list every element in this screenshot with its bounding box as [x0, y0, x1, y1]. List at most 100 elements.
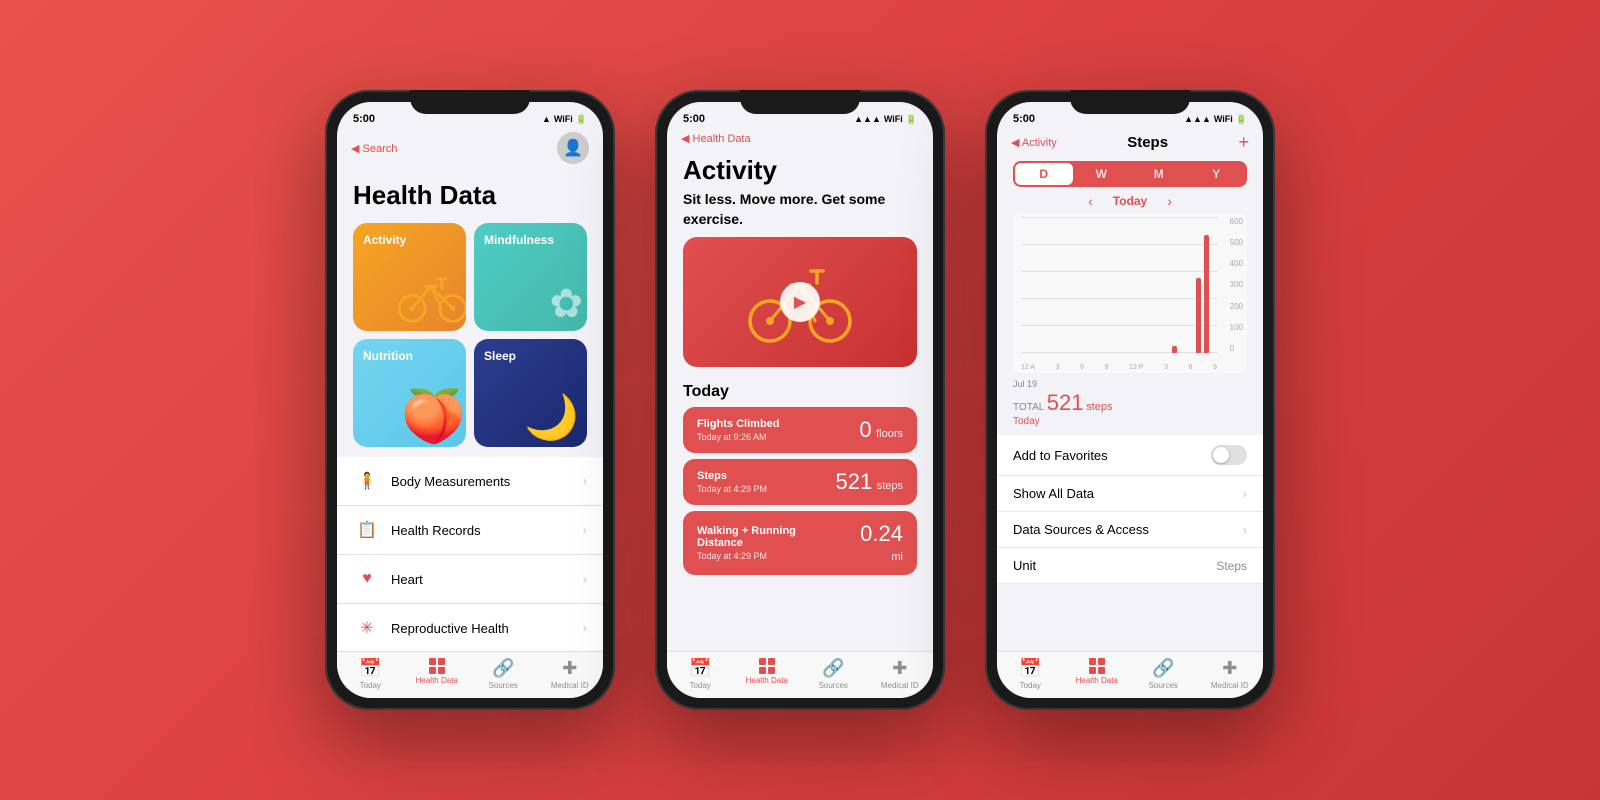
- tab-medicalid-3[interactable]: ✚ Medical ID: [1197, 658, 1264, 690]
- reproductive-icon: ✳: [353, 614, 381, 642]
- screen-3: D W M Y ‹ Today ›: [997, 157, 1263, 651]
- sleep-label: Sleep: [484, 349, 577, 363]
- menu-item-body[interactable]: 🧍 Body Measurements ›: [337, 457, 603, 506]
- tab-today-3[interactable]: 📅 Today: [997, 658, 1064, 690]
- tab-month[interactable]: M: [1130, 163, 1188, 185]
- time-3: 5:00: [1013, 113, 1035, 125]
- option-unit[interactable]: Unit Steps: [997, 548, 1263, 584]
- distance-card[interactable]: Walking + Running Distance Today at 4:29…: [683, 511, 917, 575]
- date-next[interactable]: ›: [1167, 193, 1172, 209]
- total-label: TOTAL: [1013, 402, 1047, 413]
- options-list: Add to Favorites Show All Data › Data So…: [997, 435, 1263, 584]
- tab-medicalid-2[interactable]: ✚ Medical ID: [867, 658, 934, 690]
- add-button-3[interactable]: +: [1238, 132, 1249, 153]
- tab-week[interactable]: W: [1073, 163, 1131, 185]
- activity-label: Activity: [363, 233, 456, 247]
- menu-item-records[interactable]: 📋 Health Records ›: [337, 506, 603, 555]
- chevron-records: ›: [583, 523, 587, 537]
- chart-x-labels: 12 A 3 6 9 12 P 3 6 9: [1021, 364, 1217, 371]
- menu-item-reproductive[interactable]: ✳ Reproductive Health ›: [337, 604, 603, 651]
- health-records-icon: 📋: [353, 516, 381, 544]
- category-activity[interactable]: Activity: [353, 223, 466, 331]
- tab-bar-2: 📅 Today Health Data 🔗 Sources ✚ Medical …: [667, 651, 933, 698]
- tab-healthdata-label-2: Health Data: [746, 676, 788, 685]
- tab-healthdata-3[interactable]: Health Data: [1064, 658, 1131, 690]
- notch-1: [410, 90, 530, 114]
- body-measurements-icon: 🧍: [353, 467, 381, 495]
- category-nutrition[interactable]: Nutrition 🍑: [353, 339, 466, 447]
- option-show-all[interactable]: Show All Data ›: [997, 476, 1263, 512]
- category-grid: Activity: [337, 219, 603, 457]
- medical-icon-1: ✚: [562, 658, 577, 679]
- date-prev[interactable]: ‹: [1088, 193, 1093, 209]
- menu-item-heart[interactable]: ♥ Heart ›: [337, 555, 603, 604]
- today-icon-2: 📅: [689, 658, 711, 679]
- back-activity-3[interactable]: ◀ Activity: [1011, 136, 1057, 149]
- tab-today-1[interactable]: 📅 Today: [337, 658, 404, 690]
- category-mindfulness[interactable]: Mindfulness ✿: [474, 223, 587, 331]
- signal-3: ▲▲▲: [1184, 114, 1211, 124]
- screen-content-1: Health Data Activity: [337, 170, 603, 651]
- back-search[interactable]: ◀ Search: [351, 142, 397, 155]
- steps-unit: steps: [877, 480, 903, 492]
- wifi-2: WiFi: [884, 114, 903, 124]
- tab-today-label-1: Today: [360, 681, 381, 690]
- flights-card[interactable]: Flights Climbed Today at 9:26 AM 0 floor…: [683, 407, 917, 453]
- activity-video[interactable]: ▶: [683, 237, 917, 367]
- wifi-icon: WiFi: [554, 114, 573, 124]
- moon-icon: 🌙: [524, 391, 579, 443]
- battery-2: 🔋: [906, 114, 917, 125]
- favorites-toggle[interactable]: [1211, 445, 1247, 465]
- tab-today-label-2: Today: [690, 681, 711, 690]
- unit-value: Steps: [1216, 559, 1247, 573]
- wifi-3: WiFi: [1214, 114, 1233, 124]
- battery-3: 🔋: [1236, 114, 1247, 125]
- play-button[interactable]: ▶: [780, 282, 820, 322]
- flights-value: 0: [859, 417, 871, 442]
- tab-healthdata-label-1: Health Data: [416, 676, 458, 685]
- date-navigation: ‹ Today ›: [997, 191, 1263, 213]
- tab-healthdata-label-3: Health Data: [1076, 676, 1118, 685]
- chevron-reproductive: ›: [583, 621, 587, 635]
- category-sleep[interactable]: Sleep 🌙: [474, 339, 587, 447]
- health-data-icon-3: [1089, 658, 1105, 674]
- phone-3: 5:00 ▲▲▲ WiFi 🔋 ◀ Activity Steps + D W M…: [985, 90, 1275, 710]
- today-icon-3: 📅: [1019, 658, 1041, 679]
- today-icon: 📅: [359, 658, 381, 679]
- tab-sources-1[interactable]: 🔗 Sources: [470, 658, 537, 690]
- tab-healthdata-1[interactable]: Health Data: [404, 658, 471, 690]
- flights-sub: Today at 9:26 AM: [697, 432, 780, 442]
- notch-2: [740, 90, 860, 114]
- mindfulness-label: Mindfulness: [484, 233, 577, 247]
- chart-bars: [1021, 217, 1217, 353]
- tab-today-2[interactable]: 📅 Today: [667, 658, 734, 690]
- tab-medicalid-1[interactable]: ✚ Medical ID: [537, 658, 604, 690]
- health-data-icon-2: [759, 658, 775, 674]
- total-unit: steps: [1086, 401, 1112, 413]
- menu-list: 🧍 Body Measurements › 📋 Health Records ›…: [337, 457, 603, 651]
- tab-sources-3[interactable]: 🔗 Sources: [1130, 658, 1197, 690]
- chevron-heart: ›: [583, 572, 587, 586]
- status-icons-1: ▲ WiFi 🔋: [542, 114, 587, 125]
- tab-healthdata-2[interactable]: Health Data: [734, 658, 801, 690]
- tab-year[interactable]: Y: [1188, 163, 1246, 185]
- tab-sources-2[interactable]: 🔗 Sources: [800, 658, 867, 690]
- option-data-sources[interactable]: Data Sources & Access ›: [997, 512, 1263, 548]
- phone-1: 5:00 ▲ WiFi 🔋 ◀ Search 👤 Health Data Act…: [325, 90, 615, 710]
- chevron-data-sources: ›: [1243, 523, 1247, 537]
- sources-icon-2: 🔗: [822, 658, 844, 679]
- time-2: 5:00: [683, 113, 705, 125]
- steps-card[interactable]: Steps Today at 4:29 PM 521 steps: [683, 459, 917, 505]
- body-measurements-label: Body Measurements: [391, 474, 583, 489]
- tab-medicalid-label-3: Medical ID: [1211, 681, 1249, 690]
- phone-2: 5:00 ▲▲▲ WiFi 🔋 ◀ Health Data Activity S…: [655, 90, 945, 710]
- steps-title: Steps: [1057, 134, 1239, 151]
- nav-bar-3: ◀ Activity Steps +: [997, 130, 1263, 157]
- signal-2: ▲▲▲: [854, 114, 881, 124]
- option-favorites[interactable]: Add to Favorites: [997, 435, 1263, 476]
- activity-page-title: Activity: [667, 151, 933, 190]
- tab-day[interactable]: D: [1015, 163, 1073, 185]
- back-healthdata-2[interactable]: ◀ Health Data: [681, 132, 751, 145]
- page-title-health: Health Data: [353, 180, 496, 211]
- profile-avatar[interactable]: 👤: [557, 132, 589, 164]
